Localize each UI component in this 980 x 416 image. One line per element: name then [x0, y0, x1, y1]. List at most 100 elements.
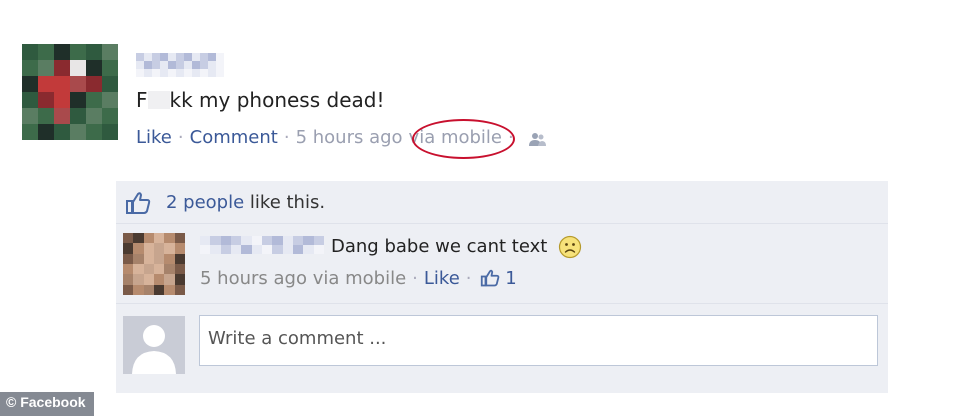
blur-pixel [303, 245, 314, 254]
blur-pixel [54, 92, 70, 108]
blur-pixel [220, 245, 231, 254]
blur-pixel [123, 284, 134, 295]
blur-pixel [38, 92, 54, 108]
blur-pixel [152, 69, 160, 77]
blur-pixel [136, 69, 144, 77]
blur-pixel [164, 274, 175, 285]
likes-sentence: 2 people like this. [116, 181, 888, 223]
blur-pixel [54, 108, 70, 124]
blur-pixel [153, 284, 165, 295]
censor-block [147, 91, 170, 109]
blur-pixel [102, 60, 118, 76]
post-message: Fkk my phoness dead! [136, 88, 384, 112]
blur-pixel [70, 92, 86, 108]
blur-pixel [54, 76, 70, 92]
commenter-avatar[interactable] [123, 233, 185, 295]
blur-pixel [241, 236, 252, 245]
blur-pixel [168, 69, 176, 77]
blur-pixel [22, 44, 38, 60]
blur-pixel [272, 245, 283, 254]
blur-pixel [241, 245, 252, 254]
blur-pixel [22, 76, 38, 92]
blur-pixel [216, 53, 224, 61]
blur-pixel [86, 44, 102, 60]
blur-pixel [160, 69, 168, 77]
friends-audience-icon[interactable] [528, 132, 548, 152]
blur-pixel [160, 53, 168, 61]
blur-pixel [251, 236, 262, 245]
blur-pixel [38, 44, 54, 60]
blur-pixel [133, 274, 144, 285]
blur-pixel [176, 69, 184, 77]
post-timestamp[interactable]: 5 hours ago [296, 127, 403, 148]
blur-pixel [86, 76, 102, 92]
blur-pixel [251, 245, 262, 254]
blur-pixel [54, 124, 70, 140]
blur-pixel [38, 60, 54, 76]
blur-pixel [210, 236, 221, 245]
blur-pixel [143, 253, 154, 264]
separator-dot: · [412, 268, 418, 289]
blur-pixel [164, 233, 175, 244]
blur-pixel [54, 60, 70, 76]
blur-pixel [123, 253, 134, 264]
blur-pixel [123, 274, 134, 285]
silhouette-avatar-icon [123, 316, 185, 374]
blur-pixel [153, 243, 165, 254]
blur-pixel [208, 53, 216, 61]
likes-suffix: like this. [244, 192, 326, 213]
commenter-name-blurred[interactable] [200, 236, 324, 254]
blur-pixel [192, 61, 200, 69]
blur-pixel [164, 253, 175, 264]
comment-input[interactable]: Write a comment ... [199, 315, 878, 366]
blur-pixel [136, 53, 144, 61]
poster-name-blurred[interactable] [136, 53, 224, 77]
blur-pixel [143, 284, 154, 295]
comment-link[interactable]: Comment [190, 127, 278, 148]
blur-pixel [153, 274, 165, 285]
sad-emoticon-icon [558, 235, 582, 263]
comment-text: Dang babe we cant text [331, 236, 548, 257]
blur-pixel [216, 61, 224, 69]
blur-pixel [133, 233, 144, 244]
blur-pixel [303, 236, 314, 245]
blur-pixel [86, 60, 102, 76]
blur-pixel [200, 61, 208, 69]
blur-pixel [282, 236, 293, 245]
blur-pixel [184, 61, 192, 69]
blur-pixel [192, 69, 200, 77]
comment-like-count[interactable]: 1 [505, 268, 516, 289]
blur-pixel [143, 274, 154, 285]
post-text-start: F [136, 88, 148, 112]
blur-pixel [133, 253, 144, 264]
blur-pixel [144, 53, 152, 61]
blur-pixel [70, 108, 86, 124]
blur-pixel [174, 243, 185, 254]
blur-pixel [133, 243, 144, 254]
blur-pixel [184, 69, 192, 77]
blur-pixel [200, 53, 208, 61]
blur-pixel [200, 245, 211, 254]
blur-pixel [153, 233, 165, 244]
divider [116, 303, 888, 304]
blur-pixel [174, 263, 185, 275]
poster-avatar[interactable] [22, 44, 118, 140]
blur-pixel [168, 53, 176, 61]
blur-pixel [102, 76, 118, 92]
blur-pixel [86, 124, 102, 140]
blur-pixel [123, 243, 134, 254]
blur-pixel [70, 124, 86, 140]
likers-link[interactable]: 2 people [166, 192, 244, 213]
comment-like-link[interactable]: Like [424, 268, 460, 289]
blur-pixel [282, 245, 293, 254]
separator-dot: · [177, 127, 184, 148]
blur-pixel [174, 274, 185, 285]
comment-timestamp[interactable]: 5 hours ago via mobile [200, 268, 406, 289]
blur-pixel [38, 108, 54, 124]
like-link[interactable]: Like [136, 127, 172, 148]
blur-pixel [102, 92, 118, 108]
blur-pixel [152, 53, 160, 61]
blur-pixel [86, 92, 102, 108]
blur-pixel [143, 243, 154, 254]
separator-dot: · [465, 268, 472, 289]
